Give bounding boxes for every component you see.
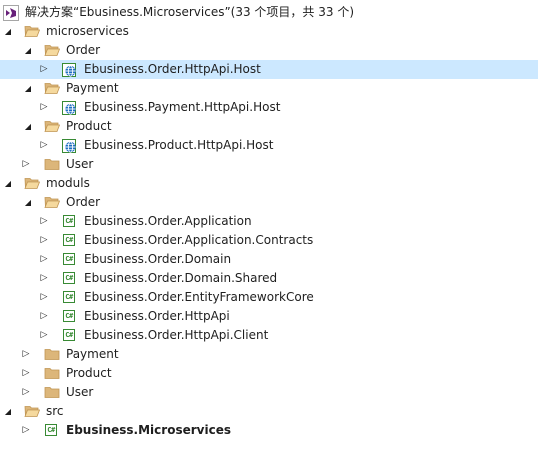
collapsed-arrow-icon[interactable]: ▷ xyxy=(38,98,50,117)
web-project-icon xyxy=(62,100,78,115)
expanded-arrow-icon[interactable]: ◢ xyxy=(2,174,14,193)
tree-item-label: Ebusiness.Payment.HttpApi.Host xyxy=(84,100,281,114)
csharp-project-icon: C# xyxy=(62,252,78,267)
collapsed-arrow-icon[interactable]: ▷ xyxy=(38,326,50,345)
web-project-icon xyxy=(62,138,78,153)
collapsed-arrow-icon[interactable]: ▷ xyxy=(38,136,50,155)
tree-item-payment-httpapi-host[interactable]: ▷ Ebusiness.Payment.HttpApi.Host xyxy=(0,98,538,117)
tree-item-moduls-product[interactable]: ▷ Product xyxy=(0,364,538,383)
folder-open-icon xyxy=(44,81,60,96)
web-project-icon xyxy=(62,62,78,77)
tree-item-order-application[interactable]: ▷ C# Ebusiness.Order.Application xyxy=(0,212,538,231)
csharp-project-icon: C# xyxy=(62,214,78,229)
csharp-project-icon: C# xyxy=(62,290,78,305)
tree-item-product-httpapi-host[interactable]: ▷ Ebusiness.Product.HttpApi.Host xyxy=(0,136,538,155)
tree-item-order-application-contracts[interactable]: ▷ C# Ebusiness.Order.Application.Contrac… xyxy=(0,231,538,250)
tree-item-label: Ebusiness.Order.Application.Contracts xyxy=(84,233,314,247)
tree-item-label: Ebusiness.Microservices xyxy=(66,423,231,437)
tree-item-order-httpapi[interactable]: ▷ C# Ebusiness.Order.HttpApi xyxy=(0,307,538,326)
tree-item-label: Payment xyxy=(66,347,119,361)
tree-item-order-entityframeworkcore[interactable]: ▷ C# Ebusiness.Order.EntityFrameworkCore xyxy=(0,288,538,307)
expanded-arrow-icon[interactable]: ◢ xyxy=(22,193,34,212)
folder-icon xyxy=(44,347,60,362)
tree-item-label: src xyxy=(46,404,64,418)
tree-item-moduls-user[interactable]: ▷ User xyxy=(0,383,538,402)
tree-item-label: Product xyxy=(66,366,112,380)
expanded-arrow-icon[interactable]: ◢ xyxy=(2,22,14,41)
collapsed-arrow-icon[interactable]: ▷ xyxy=(38,231,50,250)
tree-item-label: Product xyxy=(66,119,112,133)
tree-item-label: Ebusiness.Order.EntityFrameworkCore xyxy=(84,290,314,304)
tree-item-label: Ebusiness.Order.Application xyxy=(84,214,252,228)
folder-open-icon xyxy=(24,404,40,419)
collapsed-arrow-icon[interactable]: ▷ xyxy=(38,250,50,269)
csharp-project-icon: C# xyxy=(62,309,78,324)
tree-item-order-domain[interactable]: ▷ C# Ebusiness.Order.Domain xyxy=(0,250,538,269)
folder-icon xyxy=(44,157,60,172)
csharp-project-icon: C# xyxy=(62,328,78,343)
folder-open-icon xyxy=(44,195,60,210)
collapsed-arrow-icon[interactable]: ▷ xyxy=(38,288,50,307)
tree-item-label: Ebusiness.Order.Domain.Shared xyxy=(84,271,278,285)
tree-item-payment[interactable]: ◢ Payment xyxy=(0,79,538,98)
collapsed-arrow-icon[interactable]: ▷ xyxy=(20,345,32,364)
tree-item-order[interactable]: ◢ Order xyxy=(0,41,538,60)
collapsed-arrow-icon[interactable]: ▷ xyxy=(20,364,32,383)
tree-item-moduls[interactable]: ◢ moduls xyxy=(0,174,538,193)
collapsed-arrow-icon[interactable]: ▷ xyxy=(20,383,32,402)
tree-item-label: Payment xyxy=(66,81,119,95)
tree-item-order-httpapi-host[interactable]: ▷ Ebusiness.Order.HttpApi.Host xyxy=(0,60,538,79)
folder-icon xyxy=(44,385,60,400)
tree-item-order-domain-shared[interactable]: ▷ C# Ebusiness.Order.Domain.Shared xyxy=(0,269,538,288)
tree-item-label: Order xyxy=(66,43,101,57)
collapsed-arrow-icon[interactable]: ▷ xyxy=(38,269,50,288)
tree-item-label: Ebusiness.Order.HttpApi xyxy=(84,309,230,323)
solution-icon xyxy=(3,5,19,20)
expanded-arrow-icon[interactable]: ◢ xyxy=(22,117,34,136)
csharp-project-icon: C# xyxy=(44,423,60,438)
tree-item-order-httpapi-client[interactable]: ▷ C# Ebusiness.Order.HttpApi.Client xyxy=(0,326,538,345)
tree-item-label: Ebusiness.Order.Domain xyxy=(84,252,232,266)
collapsed-arrow-icon[interactable]: ▷ xyxy=(38,60,50,79)
expanded-arrow-icon[interactable]: ◢ xyxy=(22,79,34,98)
folder-open-icon xyxy=(24,176,40,191)
tree-item-ebusiness-microservices[interactable]: ▷ C# Ebusiness.Microservices xyxy=(0,421,538,440)
solution-label: 解决方案“Ebusiness.Microservices”(33 个项目，共 3… xyxy=(25,5,355,19)
tree-item-product[interactable]: ◢ Product xyxy=(0,117,538,136)
expanded-arrow-icon[interactable]: ◢ xyxy=(2,402,14,421)
expanded-arrow-icon[interactable]: ◢ xyxy=(22,41,34,60)
tree-item-label: User xyxy=(66,385,94,399)
tree-item-label: microservices xyxy=(46,24,129,38)
tree-item-label: moduls xyxy=(46,176,90,190)
tree-item-moduls-order[interactable]: ◢ Order xyxy=(0,193,538,212)
tree-item-label: Ebusiness.Product.HttpApi.Host xyxy=(84,138,274,152)
collapsed-arrow-icon[interactable]: ▷ xyxy=(38,212,50,231)
tree-item-label: Ebusiness.Order.HttpApi.Host xyxy=(84,62,261,76)
csharp-project-icon: C# xyxy=(62,271,78,286)
folder-open-icon xyxy=(24,24,40,39)
folder-icon xyxy=(44,366,60,381)
tree-item-microservices[interactable]: ◢ microservices xyxy=(0,22,538,41)
solution-explorer-tree: 解决方案“Ebusiness.Microservices”(33 个项目，共 3… xyxy=(0,3,538,440)
tree-item-moduls-payment[interactable]: ▷ Payment xyxy=(0,345,538,364)
tree-item-src[interactable]: ◢ src xyxy=(0,402,538,421)
folder-open-icon xyxy=(44,119,60,134)
solution-root-row[interactable]: 解决方案“Ebusiness.Microservices”(33 个项目，共 3… xyxy=(0,3,538,22)
tree-item-label: User xyxy=(66,157,94,171)
collapsed-arrow-icon[interactable]: ▷ xyxy=(38,307,50,326)
tree-item-label: Ebusiness.Order.HttpApi.Client xyxy=(84,328,269,342)
collapsed-arrow-icon[interactable]: ▷ xyxy=(20,155,32,174)
tree-item-user[interactable]: ▷ User xyxy=(0,155,538,174)
folder-open-icon xyxy=(44,43,60,58)
collapsed-arrow-icon[interactable]: ▷ xyxy=(20,421,32,440)
csharp-project-icon: C# xyxy=(62,233,78,248)
tree-item-label: Order xyxy=(66,195,101,209)
